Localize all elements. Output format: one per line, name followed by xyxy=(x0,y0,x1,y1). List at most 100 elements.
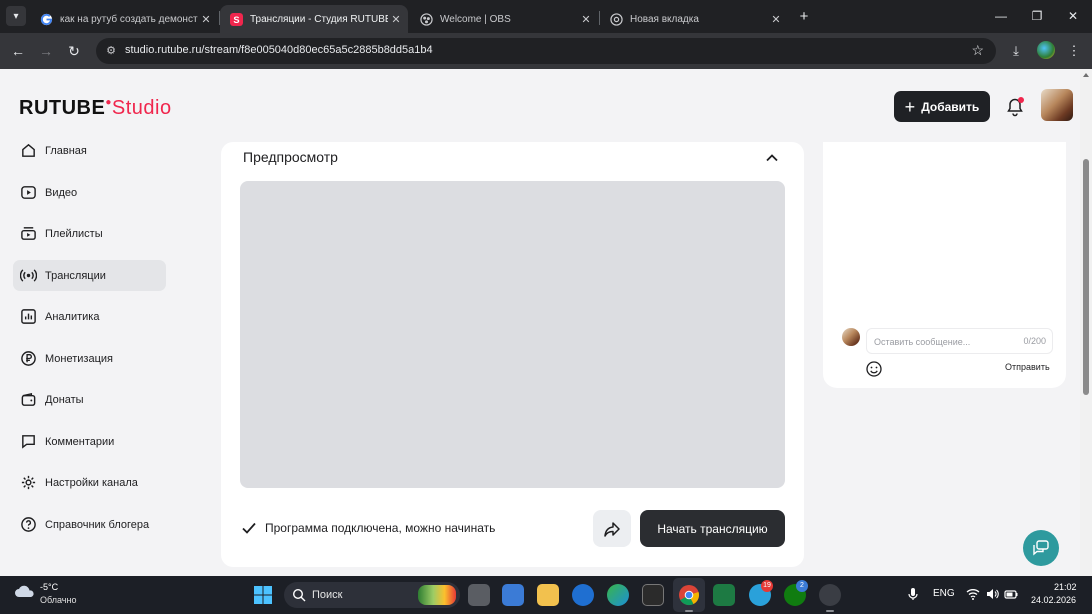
tab-title: Новая вкладка xyxy=(630,13,699,25)
support-chat-button[interactable] xyxy=(1023,530,1059,566)
url-text[interactable]: studio.rutube.ru/stream/f8e005040d80ec65… xyxy=(125,44,433,56)
chat-message-input[interactable]: Оставить сообщение... 0/200 xyxy=(866,328,1053,354)
share-button[interactable] xyxy=(593,510,631,547)
chat-user-avatar xyxy=(842,328,860,346)
terminal-icon[interactable] xyxy=(642,584,664,606)
back-icon[interactable]: ← xyxy=(8,41,28,61)
clock-time[interactable]: 21:02 xyxy=(1054,582,1077,592)
tab-search-button[interactable]: ▾ xyxy=(6,6,26,26)
address-bar[interactable]: ⚙ studio.rutube.ru/stream/f8e005040d80ec… xyxy=(96,38,996,64)
start-broadcast-button[interactable]: Начать трансляцию xyxy=(640,510,785,547)
battery-icon[interactable] xyxy=(1004,587,1018,601)
add-content-button[interactable]: + Добавить xyxy=(894,91,990,122)
rutube-studio-logo[interactable]: RUTUBE●Studio xyxy=(19,97,172,120)
wifi-icon[interactable] xyxy=(966,587,980,601)
obs-icon xyxy=(420,12,433,26)
chevron-up-icon[interactable] xyxy=(764,150,780,166)
edge-icon[interactable] xyxy=(607,584,629,606)
sidebar-item-label: Трансляции xyxy=(45,269,106,282)
sidebar-item-label: Комментарии xyxy=(45,435,115,448)
sidebar-item-donations[interactable]: Донаты xyxy=(13,384,166,415)
search-label: Поиск xyxy=(312,589,343,601)
forward-icon[interactable]: → xyxy=(36,41,56,61)
sidebar-item-channel-settings[interactable]: Настройки канала xyxy=(13,467,166,498)
plus-icon: + xyxy=(904,96,916,117)
browser-menu-icon[interactable]: ⋮ xyxy=(1064,41,1084,61)
input-language[interactable]: ENG xyxy=(933,588,955,599)
sidebar-item-analytics[interactable]: Аналитика xyxy=(13,301,166,332)
browser-tab-rutube-studio[interactable]: S Трансляции - Студия RUTUBE ✕ xyxy=(220,5,408,33)
broadcast-icon xyxy=(20,269,37,282)
close-tab-icon[interactable]: ✕ xyxy=(388,13,404,26)
chrome-taskbar-icon[interactable] xyxy=(678,584,700,606)
tab-title: как на рутуб создать демонстр xyxy=(60,13,198,25)
checkmark-icon xyxy=(242,522,256,534)
browser-tab-obs[interactable]: Welcome | OBS ✕ xyxy=(410,5,598,33)
running-indicator xyxy=(685,610,693,612)
comments-icon xyxy=(22,435,35,449)
help-icon xyxy=(21,517,36,532)
windows-taskbar: -5°C Облачно Поиск 19 2 ENG 21:02 24.02.… xyxy=(0,576,1092,614)
playlist-icon xyxy=(21,227,36,240)
support-chat-icon xyxy=(1033,540,1049,556)
logo-accent-text: Studio xyxy=(111,97,172,119)
cloud-weather-icon[interactable] xyxy=(14,584,36,598)
scroll-up-arrow-icon[interactable] xyxy=(1083,73,1089,77)
obs-taskbar-icon[interactable] xyxy=(819,584,841,606)
close-tab-icon[interactable]: ✕ xyxy=(578,13,594,26)
clock-date[interactable]: 24.02.2026 xyxy=(1031,595,1076,605)
task-view-icon[interactable] xyxy=(468,584,490,606)
weather-temperature[interactable]: -5°C xyxy=(40,582,58,592)
sidebar-item-label: Плейлисты xyxy=(45,227,103,240)
reload-icon[interactable]: ↻ xyxy=(64,41,84,61)
home-icon xyxy=(22,143,35,157)
close-tab-icon[interactable]: ✕ xyxy=(198,13,214,26)
browser-tab-new[interactable]: Новая вкладка ✕ xyxy=(600,5,788,33)
user-avatar[interactable] xyxy=(1041,89,1073,121)
sidebar-item-playlists[interactable]: Плейлисты xyxy=(13,218,166,249)
microsoft-store-icon[interactable] xyxy=(502,584,524,606)
sidebar-item-comments[interactable]: Комментарии xyxy=(13,426,166,457)
google-icon xyxy=(40,13,53,25)
windows-start-icon[interactable] xyxy=(254,586,272,604)
emoji-icon[interactable] xyxy=(865,360,883,378)
sidebar-item-blogger-guide[interactable]: Справочник блогера xyxy=(13,509,166,540)
minimize-icon[interactable]: — xyxy=(993,8,1009,24)
page-scrollbar[interactable] xyxy=(1080,69,1092,576)
site-settings-icon[interactable]: ⚙ xyxy=(103,43,119,59)
sidebar-item-video[interactable]: Видео xyxy=(13,177,166,208)
bookmark-star-icon[interactable]: ☆ xyxy=(971,42,984,59)
new-tab-button[interactable]: + xyxy=(796,9,812,25)
notifications-bell-icon[interactable] xyxy=(1005,97,1025,117)
xbox-badge: 2 xyxy=(796,580,808,592)
analytics-icon xyxy=(21,309,36,324)
sidebar-item-home[interactable]: Главная xyxy=(13,135,166,166)
browser-tab-google[interactable]: как на рутуб создать демонстр ✕ xyxy=(30,5,218,33)
chat-char-counter: 0/200 xyxy=(1023,336,1046,346)
restore-icon[interactable]: ❐ xyxy=(1029,8,1045,24)
scrollbar-thumb[interactable] xyxy=(1083,159,1089,395)
outlook-icon[interactable] xyxy=(572,584,594,606)
excel-icon[interactable] xyxy=(713,584,735,606)
notification-dot xyxy=(1018,97,1024,103)
sidebar-item-monetization[interactable]: Монетизация xyxy=(13,343,166,374)
download-icon[interactable]: ⤓ xyxy=(1006,41,1026,61)
file-explorer-icon[interactable] xyxy=(537,584,559,606)
taskbar-search[interactable]: Поиск xyxy=(284,582,460,608)
chat-send-button[interactable]: Отправить xyxy=(1005,362,1050,372)
sidebar-item-broadcasts[interactable]: Трансляции xyxy=(13,260,166,291)
microphone-icon[interactable] xyxy=(906,587,920,601)
browser-profile-icon[interactable] xyxy=(1037,41,1055,59)
browser-tab-bar: ▾ как на рутуб создать демонстр ✕ S Тран… xyxy=(0,0,1092,33)
share-icon xyxy=(604,522,620,537)
telegram-badge: 19 xyxy=(761,580,773,592)
search-icon xyxy=(292,588,306,602)
close-tab-icon[interactable]: ✕ xyxy=(768,13,784,26)
close-window-icon[interactable]: ✕ xyxy=(1065,8,1081,24)
stream-preview-video xyxy=(240,181,785,488)
volume-icon[interactable] xyxy=(985,587,999,601)
weather-description[interactable]: Облачно xyxy=(40,595,76,605)
logo-text: RUTUBE xyxy=(19,97,106,119)
ruble-icon xyxy=(21,351,36,366)
preview-title: Предпросмотр xyxy=(243,149,338,165)
